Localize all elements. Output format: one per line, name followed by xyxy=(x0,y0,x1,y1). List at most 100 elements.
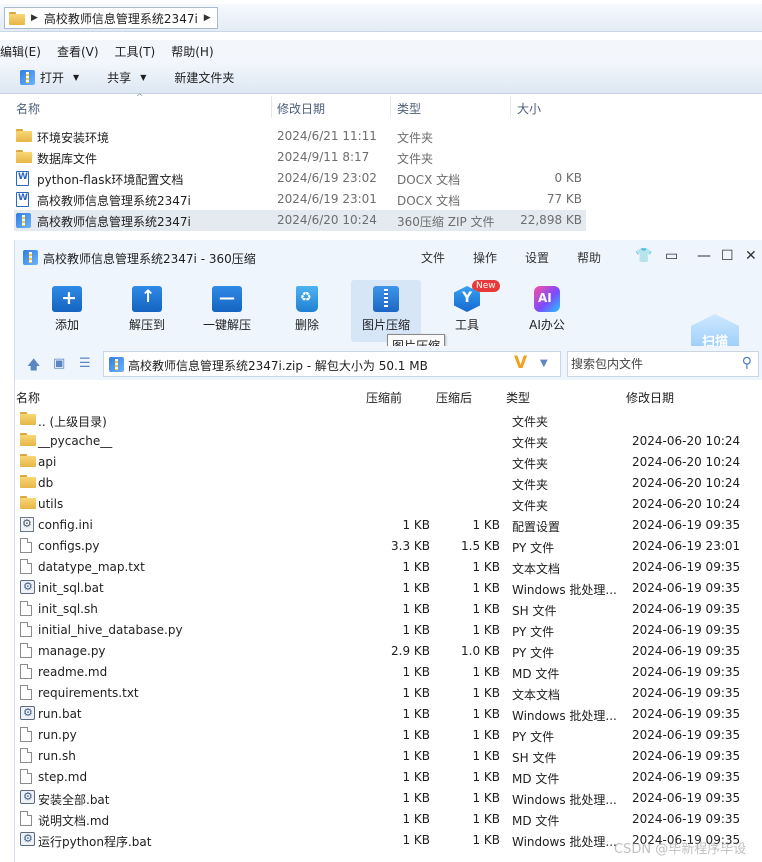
ai-office-button[interactable]: AI办公 xyxy=(512,280,582,342)
column-size[interactable]: 大小 xyxy=(517,100,541,117)
share-button[interactable]: 共享 ▼ xyxy=(107,69,146,86)
archive-row[interactable]: __pycache__ 文件夹 2024-06-20 10:24 xyxy=(15,431,762,452)
entry-type: Windows 批处理... xyxy=(512,835,617,849)
entry-size-after: 1 KB xyxy=(472,791,500,805)
v-logo-icon[interactable]: V xyxy=(514,353,527,373)
delete-label: 删除 xyxy=(294,318,319,332)
entry-name: db xyxy=(38,476,54,490)
column-divider[interactable] xyxy=(390,96,391,118)
close-icon[interactable]: ✕ xyxy=(745,248,757,264)
list-view-icon[interactable]: ☰ xyxy=(79,356,91,371)
add-button[interactable]: 添加 xyxy=(32,280,102,342)
file-row[interactable]: 环境安装环境 2024/6/21 11:11 文件夹 xyxy=(0,126,762,147)
archive-row[interactable]: 安装全部.bat 1 KB 1 KB Windows 批处理... 2024-06-19… xyxy=(15,788,762,809)
entry-type: PY 文件 xyxy=(512,646,555,660)
archive-row[interactable]: readme.md 1 KB 1 KB MD 文件 2024-06-19 09:35 xyxy=(15,662,762,683)
file-row[interactable]: 数据库文件 2024/9/11 8:17 文件夹 xyxy=(0,147,762,168)
entry-name: init_sql.bat xyxy=(38,581,104,595)
file-date: 2024/6/20 10:24 xyxy=(277,213,377,227)
entry-name: run.sh xyxy=(38,749,76,763)
archive-row[interactable]: run.bat 1 KB 1 KB Windows 批处理... 2024-06-19 … xyxy=(15,704,762,725)
archive-row[interactable]: init_sql.bat 1 KB 1 KB Windows 批处理... 2024-0… xyxy=(15,578,762,599)
menu-operate[interactable]: 操作 xyxy=(473,249,497,266)
archive-row[interactable]: datatype_map.txt 1 KB 1 KB 文本文档 2024-06-19 0… xyxy=(15,557,762,578)
archive-row[interactable]: run.py 1 KB 1 KB PY 文件 2024-06-19 09:35 xyxy=(15,725,762,746)
open-button[interactable]: 打开 ▼ xyxy=(20,69,79,86)
archive-row[interactable]: api 文件夹 2024-06-20 10:24 xyxy=(15,452,762,473)
entry-name: __pycache__ xyxy=(38,434,113,448)
column-divider[interactable] xyxy=(510,96,511,118)
extract-to-button[interactable]: 解压到 xyxy=(112,280,182,342)
thumbnail-view-icon[interactable]: ▣ xyxy=(53,356,65,371)
watermark: CSDN @毕新程序毕设 xyxy=(614,842,747,857)
menu-help[interactable]: 帮助 xyxy=(577,249,601,266)
menu-file[interactable]: 文件 xyxy=(421,249,445,266)
column-divider[interactable] xyxy=(271,96,272,118)
entry-type: MD 文件 xyxy=(512,814,560,828)
breadcrumb-item[interactable]: 高校教师信息管理系统2347i xyxy=(44,10,198,27)
archive-row[interactable]: manage.py 2.9 KB 1.0 KB PY 文件 2024-06-19 09:… xyxy=(15,641,762,662)
command-bar: 打开 ▼ 共享 ▼ 新建文件夹 xyxy=(0,62,762,94)
archive-row[interactable]: run.sh 1 KB 1 KB SH 文件 2024-06-19 09:35 xyxy=(15,746,762,767)
search-icon[interactable]: ⚲ xyxy=(742,355,752,371)
entry-name: run.bat xyxy=(38,707,82,721)
menu-edit[interactable]: 编辑(E) xyxy=(0,43,49,60)
archive-row[interactable]: db 文件夹 2024-06-20 10:24 xyxy=(15,473,762,494)
column-name[interactable]: 名称 xyxy=(16,389,40,406)
file-list: 环境安装环境 2024/6/21 11:11 文件夹 数据库文件 2024/9/11 8… xyxy=(0,126,762,231)
archive-path[interactable]: 高校教师信息管理系统2347i.zip - 解包大小为 50.1 MB V ▼ xyxy=(103,351,561,377)
column-type[interactable]: 类型 xyxy=(506,389,530,406)
maximize-icon[interactable]: ☐ xyxy=(721,248,734,264)
archive-row[interactable]: utils 文件夹 2024-06-20 10:24 xyxy=(15,494,762,515)
menu-view[interactable]: 查看(V) xyxy=(57,43,107,60)
entry-type: 文件夹 xyxy=(512,436,549,450)
skin-icon[interactable]: 👕 xyxy=(635,248,652,264)
chevron-right-icon[interactable]: ▶ xyxy=(31,13,38,23)
column-headers: 名称 ^ 修改日期 类型 大小 xyxy=(0,93,762,118)
column-modified[interactable]: 修改日期 xyxy=(626,389,674,406)
entry-date: 2024-06-20 10:24 xyxy=(632,434,741,448)
column-name[interactable]: 名称 xyxy=(16,100,40,117)
batch-file-icon xyxy=(20,832,35,846)
archive-row[interactable]: step.md 1 KB 1 KB MD 文件 2024-06-19 09:35 xyxy=(15,767,762,788)
entry-size-before: 1 KB xyxy=(402,749,430,763)
archive-path-text: 高校教师信息管理系统2347i.zip - 解包大小为 50.1 MB xyxy=(128,359,428,373)
entry-size-before: 1 KB xyxy=(402,686,430,700)
menu-settings[interactable]: 设置 xyxy=(525,249,549,266)
entry-name: 安装全部.bat xyxy=(38,793,110,807)
archive-row[interactable]: init_sql.sh 1 KB 1 KB SH 文件 2024-06-19 09:35 xyxy=(15,599,762,620)
image-compress-button[interactable]: 图片压缩 xyxy=(351,280,421,342)
search-input[interactable] xyxy=(571,356,731,372)
archive-row[interactable]: configs.py 3.3 KB 1.5 KB PY 文件 2024-06-19 23… xyxy=(15,536,762,557)
ai-office-label: AI办公 xyxy=(529,318,565,332)
archive-row[interactable]: config.ini 1 KB 1 KB 配置设置 2024-06-19 09:35 xyxy=(15,515,762,536)
entry-type: SH 文件 xyxy=(512,604,557,618)
chevron-down-icon[interactable]: ▼ xyxy=(540,358,548,369)
entry-type: 文件夹 xyxy=(512,415,549,429)
chevron-right-icon[interactable]: ▶ xyxy=(204,13,211,23)
archive-row[interactable]: 说明文档.md 1 KB 1 KB MD 文件 2024-06-19 09:35 xyxy=(15,809,762,830)
feedback-icon[interactable]: ▭ xyxy=(665,248,678,264)
minimize-icon[interactable]: — xyxy=(697,248,711,264)
archive-row[interactable]: requirements.txt 1 KB 1 KB 文本文档 2024-06-19 0… xyxy=(15,683,762,704)
tools-button[interactable]: New 工具 xyxy=(432,280,502,342)
one-click-extract-button[interactable]: 一键解压 xyxy=(192,280,262,342)
up-arrow-icon[interactable]: 🡅 xyxy=(27,356,40,378)
column-before[interactable]: 压缩前 xyxy=(366,389,402,406)
entry-name: api xyxy=(38,455,57,469)
menu-help[interactable]: 帮助(H) xyxy=(171,43,221,60)
delete-button[interactable]: 删除 xyxy=(272,280,342,342)
menu-tools[interactable]: 工具(T) xyxy=(115,43,164,60)
column-type[interactable]: 类型 xyxy=(397,100,421,117)
one-click-extract-label: 一键解压 xyxy=(202,318,251,332)
archive-row[interactable]: initial_hive_database.py 1 KB 1 KB PY 文件 202… xyxy=(15,620,762,641)
file-row[interactable]: 高校教师信息管理系统2347i 2024/6/19 23:01 DOCX 文档 77 … xyxy=(0,189,762,210)
column-modified[interactable]: 修改日期 xyxy=(277,100,325,117)
breadcrumb[interactable]: ▶ 高校教师信息管理系统2347i ▶ xyxy=(4,7,218,29)
archive-row[interactable]: .. (上级目录) 文件夹 xyxy=(15,410,762,431)
new-folder-button[interactable]: 新建文件夹 xyxy=(174,69,234,86)
file-row[interactable]: 高校教师信息管理系统2347i 2024/6/20 10:24 360压缩 ZIP … xyxy=(14,210,586,231)
file-row[interactable]: python-flask环境配置文档 2024/6/19 23:02 DOCX 文档… xyxy=(0,168,762,189)
add-label: 添加 xyxy=(54,318,79,332)
column-after[interactable]: 压缩后 xyxy=(436,389,472,406)
